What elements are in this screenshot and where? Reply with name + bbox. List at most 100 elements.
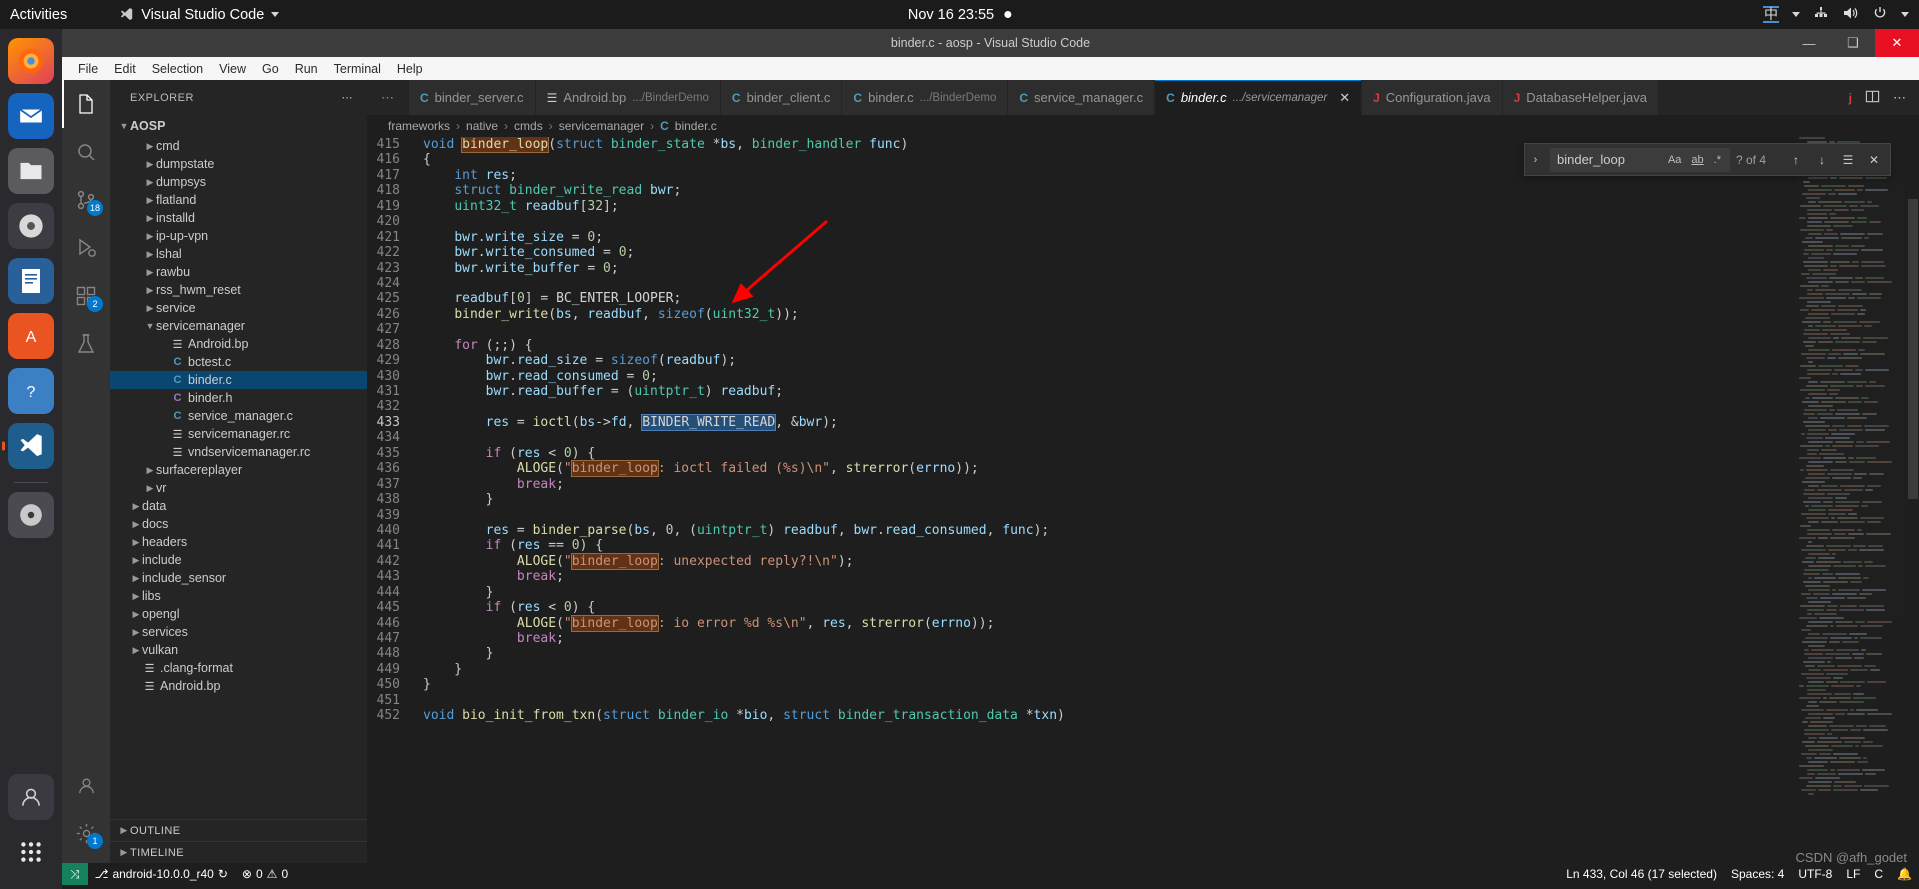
breadcrumb-item-servicemanager[interactable]: servicemanager (559, 119, 644, 133)
code-line[interactable]: 421 bwr.write_size = 0; (367, 230, 1919, 245)
find-input[interactable]: binder_loop Aa ab .* (1550, 147, 1730, 172)
tab-binder-c-active[interactable]: Cbinder.c .../servicemanager ✕ (1155, 80, 1363, 115)
tab-binder-c[interactable]: Cbinder.c .../BinderDemo (842, 80, 1009, 115)
tree-item-bctest-c[interactable]: Cbctest.c (110, 353, 367, 371)
tree-item-rawbu[interactable]: ▶ rawbu (110, 263, 367, 281)
activitybar-extensions[interactable]: 2 (62, 272, 110, 320)
activitybar-explorer[interactable] (62, 80, 110, 128)
code-editor[interactable]: 415 void binder_loop(struct binder_state … (367, 137, 1919, 863)
find-previous-button[interactable]: ↑ (1786, 153, 1806, 167)
tree-item-rss-hwm-reset[interactable]: ▶ rss_hwm_reset (110, 281, 367, 299)
code-line[interactable]: 438 } (367, 492, 1919, 507)
code-line[interactable]: 436 ALOGE("binder_loop: ioctl failed (%s… (367, 460, 1919, 478)
dock-item-thunderbird[interactable] (8, 93, 54, 139)
find-in-selection-button[interactable]: ☰ (1838, 153, 1858, 167)
code-line[interactable]: 447 break; (367, 631, 1919, 646)
workspace-root-row[interactable]: ▼ AOSP (110, 115, 367, 137)
editor-more-actions-icon[interactable]: ⋯ (1893, 90, 1906, 106)
status-branch[interactable]: ⎇ android-10.0.0_r40 ↻ (88, 863, 235, 885)
tab-configuration-java[interactable]: J Configuration.java (1362, 80, 1503, 115)
code-line[interactable]: 419 uint32_t readbuf[32]; (367, 199, 1919, 214)
tab-databasehelper-java[interactable]: J DatabaseHelper.java (1502, 80, 1659, 115)
activitybar-testing[interactable] (62, 320, 110, 368)
explorer-more-actions-icon[interactable]: ⋯ (342, 91, 354, 104)
close-button[interactable]: ✕ (1875, 29, 1919, 57)
activities-button[interactable]: Activities (0, 7, 81, 23)
tree-item-servicemanager-rc[interactable]: ☰ servicemanager.rc (110, 425, 367, 443)
tree-item-installd[interactable]: ▶ installd (110, 209, 367, 227)
tab-android-bp[interactable]: ☰ Android.bp .../BinderDemo (535, 80, 721, 115)
tree-item-dumpsys[interactable]: ▶ dumpsys (110, 173, 367, 191)
tree-item-ip-up-vpn[interactable]: ▶ ip-up-vpn (110, 227, 367, 245)
code-line[interactable]: 451 (367, 693, 1919, 708)
tab-binder-server-c[interactable]: Cbinder_server.c (409, 80, 536, 115)
split-editor-icon[interactable] (1865, 89, 1880, 107)
code-line[interactable]: 431 bwr.read_buffer = (uintptr_t) readbu… (367, 384, 1919, 399)
code-line[interactable]: 445 if (res < 0) { (367, 600, 1919, 615)
find-widget[interactable]: › binder_loop Aa ab .* ? of 4 ↑ ↓ ☰ ✕ (1524, 143, 1891, 176)
tabs-overflow-indicator[interactable]: ⋯ (367, 80, 409, 115)
dock-item-visual-studio-code[interactable] (2, 423, 54, 469)
find-next-button[interactable]: ↓ (1812, 153, 1832, 167)
code-line[interactable]: 442 ALOGE("binder_loop: unexpected reply… (367, 552, 1919, 570)
network-icon[interactable] (1813, 5, 1829, 25)
scrollbar-thumb[interactable] (1908, 199, 1918, 499)
ime-indicator[interactable]: 中 (1763, 6, 1779, 23)
code-line[interactable]: 424 (367, 276, 1919, 291)
minimize-button[interactable]: — (1787, 29, 1831, 57)
status-problems[interactable]: ⊗ 0 ⚠ 0 (235, 863, 295, 885)
clock-button[interactable]: Nov 16 23:55 (908, 7, 1012, 23)
tree-item-servicemanager[interactable]: ▼ servicemanager (110, 317, 367, 335)
code-line[interactable]: 441 if (res == 0) { (367, 538, 1919, 553)
match-case-toggle[interactable]: Aa (1666, 154, 1683, 166)
tree-item-headers[interactable]: ▶ headers (110, 533, 367, 551)
dock-item-firefox[interactable] (8, 38, 54, 84)
code-line[interactable]: 418 struct binder_write_read bwr; (367, 183, 1919, 198)
code-line[interactable]: 433 res = ioctl(bs->fd, BINDER_WRITE_REA… (367, 413, 1919, 431)
activitybar-source-control[interactable]: 18 (62, 176, 110, 224)
dock-item-rhythmbox[interactable] (8, 203, 54, 249)
code-line[interactable]: 435 if (res < 0) { (367, 446, 1919, 461)
dock-item-ubuntu-software[interactable]: A (8, 313, 54, 359)
dock-item-libreoffice-writer[interactable] (8, 258, 54, 304)
code-line[interactable]: 450} (367, 677, 1919, 692)
breadcrumb-item-native[interactable]: native (466, 119, 498, 133)
menu-selection[interactable]: Selection (144, 60, 211, 78)
tree-item-android-bp[interactable]: ☰ Android.bp (110, 677, 367, 695)
code-line[interactable]: 439 (367, 508, 1919, 523)
tree-item-flatland[interactable]: ▶ flatland (110, 191, 367, 209)
tree-item-service[interactable]: ▶ service (110, 299, 367, 317)
code-line[interactable]: 440 res = binder_parse(bs, 0, (uintptr_t… (367, 523, 1919, 538)
menu-terminal[interactable]: Terminal (326, 60, 389, 78)
code-line[interactable]: 444 } (367, 585, 1919, 600)
status-notifications-bell-icon[interactable]: 🔔 (1890, 863, 1919, 885)
tree-item-vndservicemanager-rc[interactable]: ☰ vndservicemanager.rc (110, 443, 367, 461)
activitybar-run-and-debug[interactable] (62, 224, 110, 272)
tree-item--clang-format[interactable]: ☰ .clang-format (110, 659, 367, 677)
dock-item-dvd-drive[interactable] (8, 492, 54, 538)
activitybar-search[interactable] (62, 128, 110, 176)
status-language-mode[interactable]: C (1867, 863, 1890, 885)
find-close-button[interactable]: ✕ (1864, 153, 1884, 167)
system-menu-chevron-down-icon[interactable] (1901, 12, 1909, 17)
tree-item-data[interactable]: ▶ data (110, 497, 367, 515)
dock-item-help[interactable]: ? (8, 368, 54, 414)
status-cursor-position[interactable]: Ln 433, Col 46 (17 selected) (1559, 863, 1724, 885)
tree-item-service-manager-c[interactable]: Cservice_manager.c (110, 407, 367, 425)
menu-edit[interactable]: Edit (106, 60, 144, 78)
status-encoding[interactable]: UTF-8 (1791, 863, 1839, 885)
menu-file[interactable]: File (70, 60, 106, 78)
tree-item-cmd[interactable]: ▶ cmd (110, 137, 367, 155)
dock-item-files[interactable] (8, 148, 54, 194)
tab-close-icon[interactable]: ✕ (1339, 90, 1350, 106)
code-line[interactable]: 446 ALOGE("binder_loop: io error %d %s\n… (367, 614, 1919, 632)
code-line[interactable]: 422 bwr.write_consumed = 0; (367, 245, 1919, 260)
menu-run[interactable]: Run (287, 60, 326, 78)
status-eol[interactable]: LF (1839, 863, 1867, 885)
tree-item-include[interactable]: ▶ include (110, 551, 367, 569)
tree-item-vulkan[interactable]: ▶ vulkan (110, 641, 367, 659)
code-line[interactable]: 452 void bio_init_from_txn(struct binder_… (367, 708, 1919, 723)
tree-item-binder-h[interactable]: Cbinder.h (110, 389, 367, 407)
activitybar-settings-gear[interactable]: 1 (62, 809, 110, 857)
breadcrumb-item-frameworks[interactable]: frameworks (388, 119, 450, 133)
